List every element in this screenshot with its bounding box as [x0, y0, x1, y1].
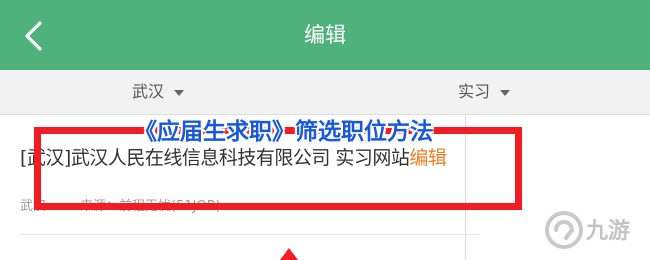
city-filter-dropdown[interactable]: 武汉 — [132, 70, 185, 114]
filter-bar: 武汉 实习 — [0, 70, 650, 115]
city-filter-label: 武汉 — [132, 82, 165, 101]
divider — [20, 234, 480, 235]
red-arrow-icon — [280, 248, 298, 260]
app-header: 编辑 — [0, 0, 650, 70]
svg-text:九游: 九游 — [585, 218, 630, 244]
watermark-logo: 九游 — [545, 211, 630, 249]
overlay-caption: 《应届生求职》筛选职位方法 — [134, 119, 433, 145]
caret-down-icon — [174, 89, 185, 96]
job-type-filter-dropdown[interactable]: 实习 — [458, 70, 511, 114]
page-title: 编辑 — [304, 23, 346, 47]
caret-down-icon — [500, 89, 511, 96]
job-type-filter-label: 实习 — [458, 82, 491, 101]
